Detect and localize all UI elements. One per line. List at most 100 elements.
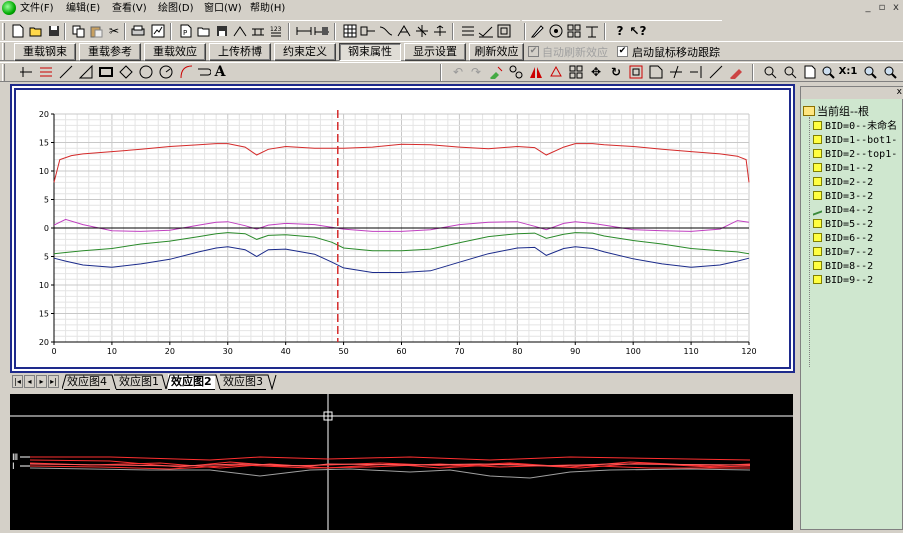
reload-reference-button[interactable]: 重载参考 — [79, 43, 141, 61]
node-icon[interactable] — [508, 64, 524, 80]
stretch-icon[interactable] — [648, 64, 664, 80]
tree-node[interactable]: BID=6--2 — [813, 232, 873, 246]
tree-root-node[interactable]: 当前组--根 — [803, 105, 869, 119]
display-settings-button[interactable]: 显示设置 — [404, 43, 466, 61]
tab-prev-button[interactable]: ◂ — [24, 375, 35, 388]
upload-bridge-button[interactable]: 上传桥博 — [209, 43, 271, 61]
hatch-tool-icon[interactable] — [38, 64, 54, 80]
target-icon[interactable] — [548, 23, 564, 39]
tree-node[interactable]: BID=7--2 — [813, 246, 873, 260]
tree-node[interactable]: BID=9--2 — [813, 274, 873, 288]
rect-tool-icon[interactable] — [98, 64, 114, 80]
menu-edit[interactable]: 编辑(E) — [63, 1, 103, 16]
curve-icon[interactable] — [378, 23, 394, 39]
array-icon[interactable] — [568, 64, 584, 80]
arc-tool-icon[interactable] — [178, 64, 194, 80]
mouse-track-checkbox[interactable]: ✔ — [617, 46, 628, 57]
tree-node[interactable]: BID=2--2 — [813, 176, 873, 190]
save-as-icon[interactable] — [214, 23, 230, 39]
tree-node[interactable]: BID=0--未命名 — [813, 120, 897, 134]
redo-icon[interactable]: ↷ — [468, 64, 484, 80]
line-tool-icon[interactable] — [58, 64, 74, 80]
open-file-icon[interactable] — [196, 23, 212, 39]
eraser-icon[interactable] — [728, 64, 744, 80]
reload-cables-button[interactable]: 重载钢束 — [14, 43, 76, 61]
move-icon[interactable]: ✥ — [588, 64, 604, 80]
help-icon[interactable]: ? — [612, 23, 628, 39]
cable-properties-button[interactable]: 钢束属性 — [339, 43, 401, 61]
menu-draw[interactable]: 绘图(D) — [155, 1, 197, 16]
paste-icon[interactable] — [88, 23, 104, 39]
tree-node[interactable]: BID=2--top1- — [813, 148, 897, 162]
cable-group-tree[interactable]: x 当前组--根 BID=0--未命名 BID=1--bot1- BID=2--… — [800, 86, 903, 530]
section-icon[interactable] — [232, 23, 248, 39]
menu-view[interactable]: 查看(V) — [109, 1, 150, 16]
context-help-icon[interactable]: ↖? — [630, 23, 647, 39]
scale-icon[interactable] — [628, 64, 644, 80]
tree-close-button[interactable]: x — [897, 87, 902, 97]
zoom-in-icon[interactable] — [820, 64, 836, 80]
tree-node[interactable]: BID=5--2 — [813, 218, 873, 232]
number-icon[interactable]: 123 — [268, 23, 284, 39]
cut-icon[interactable]: ✂ — [106, 23, 122, 39]
refresh-effect-button[interactable]: 刷新效应 — [469, 43, 524, 61]
span-icon[interactable] — [296, 23, 312, 39]
frame-icon[interactable] — [496, 23, 512, 39]
level-icon[interactable] — [584, 23, 600, 39]
save-icon[interactable] — [46, 23, 62, 39]
zoom-1to1-button[interactable]: X:1 — [838, 64, 858, 80]
axis-tool-icon[interactable] — [18, 64, 34, 80]
cable-edit-icon[interactable] — [414, 23, 430, 39]
zoom-window-icon[interactable] — [762, 64, 778, 80]
constraint-define-button[interactable]: 约束定义 — [274, 43, 336, 61]
zoom-icon[interactable] — [862, 64, 878, 80]
paint-icon[interactable] — [488, 64, 504, 80]
triangle-tool-icon[interactable] — [78, 64, 94, 80]
tree-node[interactable]: BID=1--2 — [813, 162, 873, 176]
close-button[interactable]: x — [890, 2, 902, 14]
effect-chart[interactable]: 0 10 20 30 40 50 60 70 80 90 100 110 120201510505101… — [16, 90, 789, 367]
zoom-prev-icon[interactable] — [782, 64, 798, 80]
auto-refresh-checkbox[interactable]: ✔ — [528, 46, 539, 57]
check-icon[interactable] — [478, 23, 494, 39]
tree-node[interactable]: BID=3--2 — [813, 190, 873, 204]
table-icon[interactable] — [342, 23, 358, 39]
undo-icon[interactable]: ↶ — [450, 64, 466, 80]
menu-help[interactable]: 帮助(H) — [247, 1, 288, 16]
trim-icon[interactable] — [668, 64, 684, 80]
tab-next-button[interactable]: ▸ — [36, 375, 47, 388]
menu-window[interactable]: 窗口(W) — [201, 1, 245, 16]
fillet-icon[interactable] — [708, 64, 724, 80]
page-icon[interactable]: P — [178, 23, 194, 39]
tab-first-button[interactable]: |◂ — [12, 375, 23, 388]
cable-elevation-view[interactable]: Ⅲ Ⅰ — [10, 394, 793, 530]
new-file-icon[interactable] — [10, 23, 26, 39]
zoom-page-icon[interactable] — [802, 64, 818, 80]
preview-icon[interactable] — [150, 23, 166, 39]
link-icon[interactable] — [360, 23, 376, 39]
zoom-out-icon[interactable] — [882, 64, 898, 80]
tree-node[interactable]: BID=8--2 — [813, 260, 873, 274]
cable-icon[interactable] — [396, 23, 412, 39]
tab-last-button[interactable]: ▸| — [48, 375, 59, 388]
anchor-icon[interactable] — [432, 23, 448, 39]
reload-effect-button[interactable]: 重载效应 — [144, 43, 206, 61]
copy-icon[interactable] — [70, 23, 86, 39]
minimize-button[interactable]: _ — [862, 2, 874, 14]
tree-node[interactable]: BID=1--bot1- — [813, 134, 897, 148]
circle-tool-icon[interactable] — [138, 64, 154, 80]
print-icon[interactable] — [130, 23, 146, 39]
grid-icon[interactable] — [566, 23, 582, 39]
circle-center-tool-icon[interactable] — [158, 64, 174, 80]
toolbar-grip[interactable] — [2, 23, 5, 40]
restore-button[interactable]: ▫ — [876, 2, 888, 14]
extend-icon[interactable] — [688, 64, 704, 80]
tree-node-selected[interactable]: BID=4--2 — [813, 203, 873, 218]
diamond-tool-icon[interactable] — [118, 64, 134, 80]
span-fill-icon[interactable] — [314, 23, 330, 39]
text-tool-icon[interactable]: A — [212, 64, 228, 80]
align-icon[interactable] — [460, 23, 476, 39]
rotate-icon[interactable]: ↻ — [608, 64, 624, 80]
beam-icon[interactable] — [250, 23, 266, 39]
menu-file[interactable]: 文件(F) — [17, 1, 57, 16]
